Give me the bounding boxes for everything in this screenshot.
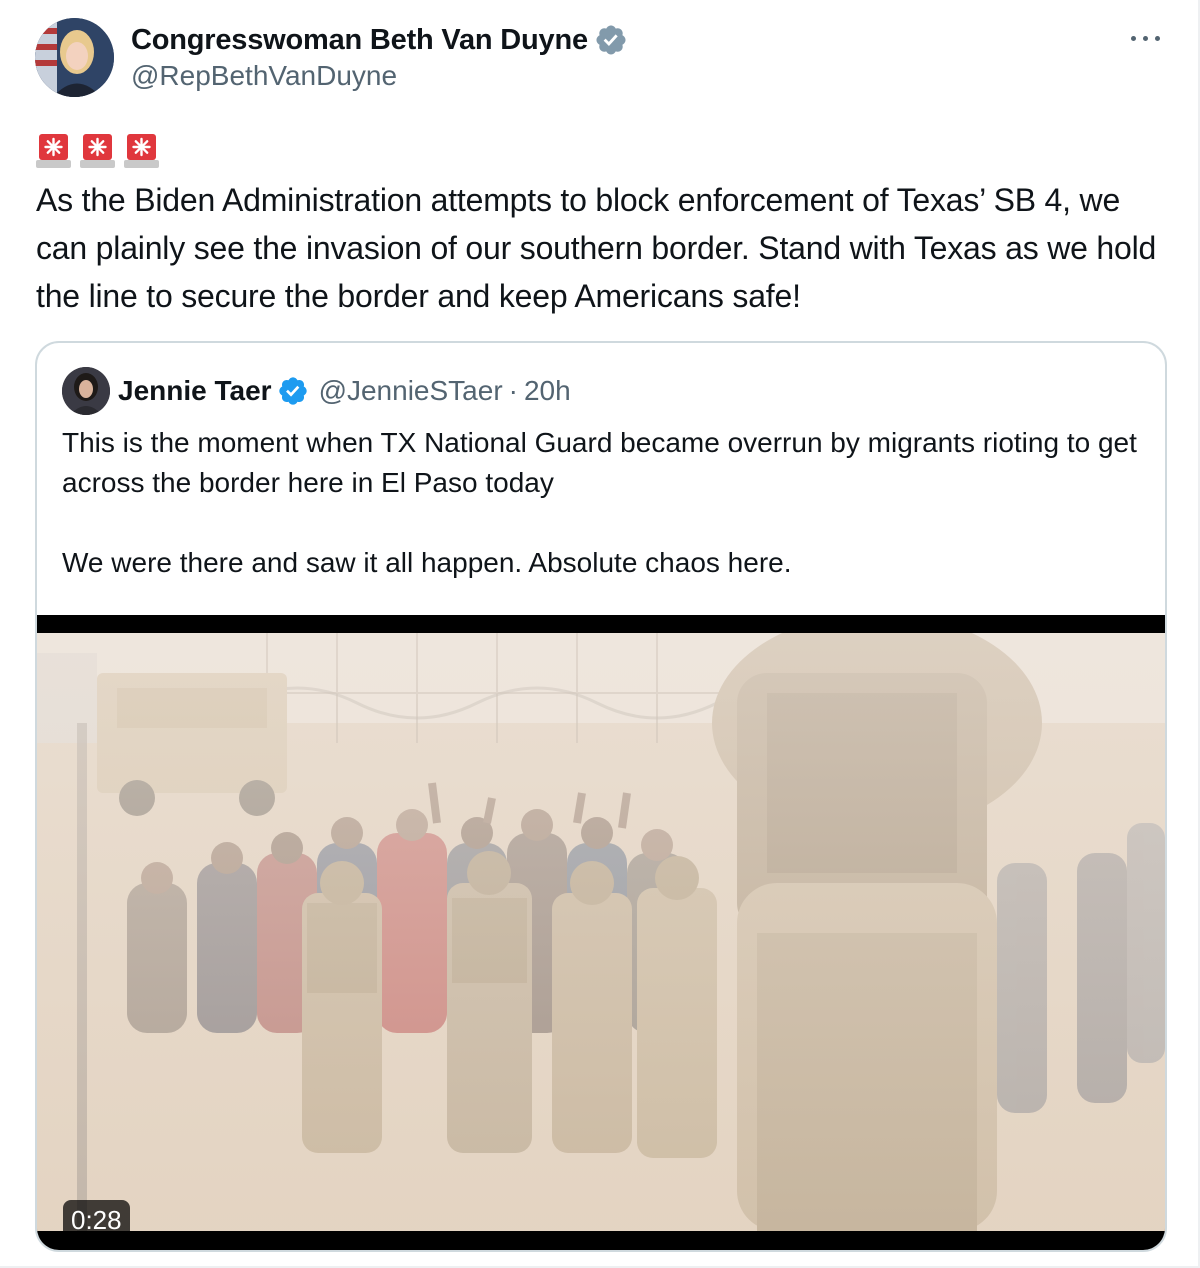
siren-emoji-icon <box>36 132 71 169</box>
siren-emoji-icon <box>80 132 115 169</box>
tweet-text: As the Biden Administration attempts to … <box>36 182 1157 314</box>
video-duration-badge: 0:28 <box>63 1200 130 1231</box>
quote-text: This is the moment when TX National Guar… <box>62 423 1142 583</box>
siren-emoji-icon <box>124 132 159 169</box>
tweet-card: Congresswoman Beth Van Duyne @RepBethVan… <box>0 0 1200 1268</box>
video-frame[interactable]: 0:28 <box>37 633 1165 1231</box>
siren-emoji-row <box>36 132 159 169</box>
quote-author-avatar[interactable] <box>62 367 110 415</box>
video-player[interactable]: 0:28 <box>37 615 1165 1250</box>
author-handle[interactable]: @RepBethVanDuyne <box>131 60 397 92</box>
quote-author-name[interactable]: Jennie Taer <box>118 375 272 407</box>
gov-verified-badge-icon[interactable] <box>594 23 628 57</box>
quote-author-handle[interactable]: @JennieSTaer <box>319 375 503 407</box>
author-display-name[interactable]: Congresswoman Beth Van Duyne <box>131 24 588 57</box>
verified-badge-icon[interactable] <box>277 375 309 407</box>
more-horizontal-icon[interactable] <box>1128 26 1164 50</box>
quote-timestamp[interactable]: 20h <box>524 375 571 407</box>
author-avatar[interactable] <box>35 18 114 97</box>
quoted-tweet[interactable]: Jennie Taer @JennieSTaer · 20h This is t… <box>35 341 1167 1252</box>
quote-text-paragraph-1: This is the moment when TX National Guar… <box>62 427 1137 498</box>
quote-text-paragraph-2: We were there and saw it all happen. Abs… <box>62 547 792 578</box>
meta-separator: · <box>508 375 518 406</box>
